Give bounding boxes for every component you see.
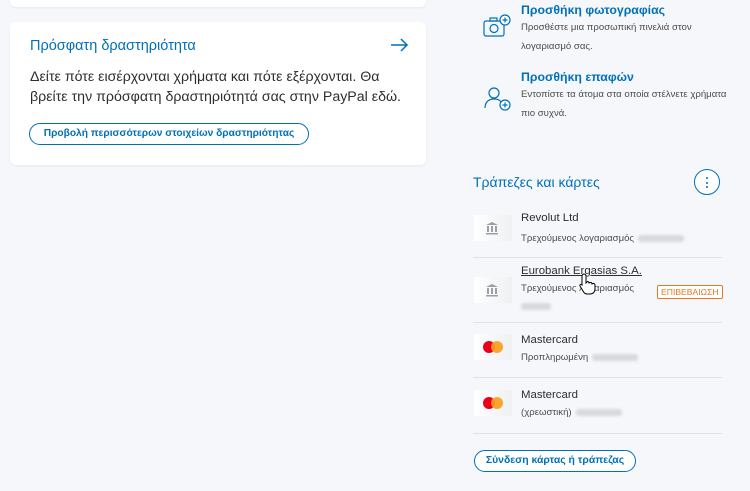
masked-account-number	[521, 298, 551, 316]
confirm-badge[interactable]: ΕΠΙΒΕΒΑΙΩΣΗ	[657, 285, 723, 299]
divider	[473, 433, 722, 434]
person-plus-icon	[484, 87, 511, 111]
card-type: (χρεωστική)	[521, 407, 622, 418]
hand-pointer-icon	[579, 273, 596, 295]
card-name[interactable]: Mastercard	[521, 334, 578, 346]
mastercard-icon	[483, 341, 503, 353]
add-photo-link[interactable]: Προσθήκη φωτογραφίας	[521, 3, 665, 17]
divider	[473, 322, 722, 323]
divider	[473, 257, 722, 258]
view-more-activity-button[interactable]: Προβολή περισσότερων στοιχείων δραστηριό…	[29, 123, 309, 145]
more-options-button[interactable]	[694, 169, 720, 195]
card-name[interactable]: Mastercard	[521, 389, 578, 401]
banks-cards-title: Τράπεζες και κάρτες	[473, 174, 600, 190]
camera-plus-icon	[483, 14, 511, 37]
add-contacts-link[interactable]: Προσθήκη επαφών	[521, 70, 634, 84]
bank-icon	[486, 222, 498, 235]
previous-card	[10, 0, 426, 7]
bank-account-type: Τρεχούμενος λογαριασμός	[521, 233, 685, 244]
add-photo-description: Προσθέστε μια προσωπική πινελιά στον λογ…	[521, 22, 692, 52]
bank-icon	[486, 284, 498, 297]
recent-activity-title[interactable]: Πρόσφατη δραστηριότητα	[30, 38, 196, 54]
bank-name[interactable]: Revolut Ltd	[521, 212, 579, 224]
recent-activity-description: Δείτε πότε εισέρχονται χρήματα και πότε …	[30, 69, 401, 105]
link-card-or-bank-button[interactable]: Σύνδεση κάρτας ή τράπεζας	[474, 450, 636, 472]
mastercard-icon	[483, 397, 503, 409]
add-contacts-description: Εντοπίστε τα άτομα στα οποία στέλνετε χρ…	[521, 89, 727, 119]
card-type: Προπληρωμένη	[521, 352, 639, 363]
divider	[473, 377, 722, 378]
arrow-right-icon[interactable]	[389, 36, 411, 54]
